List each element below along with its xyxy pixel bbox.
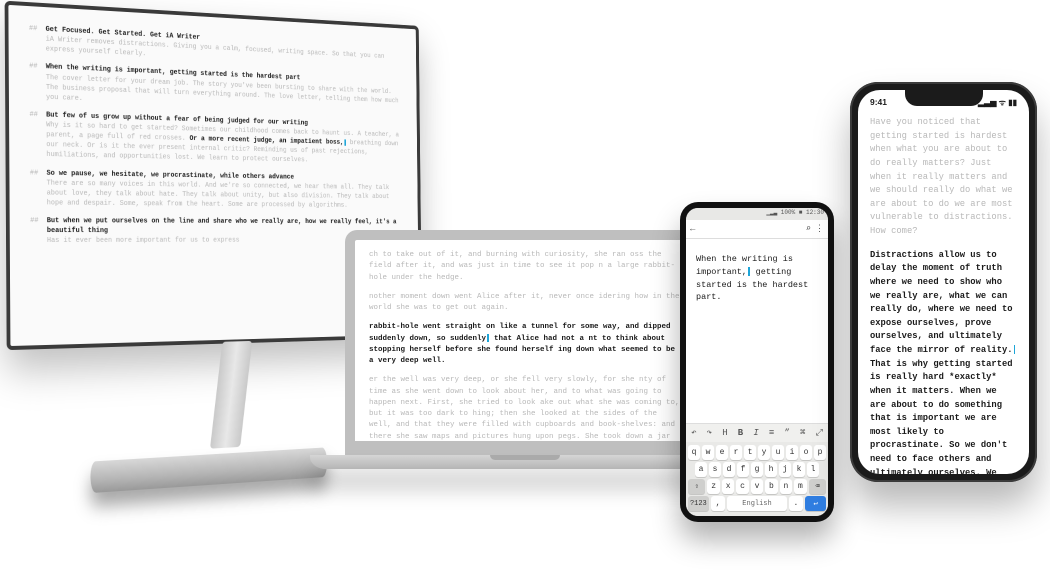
key-b[interactable]: b (765, 479, 777, 494)
android-editor[interactable]: When the writing is important, getting s… (686, 239, 828, 423)
format-bar: ↶ ↷ H B I ≡ ” ⌘ ⤢ (686, 423, 828, 442)
iphone-editor[interactable]: Have you noticed that getting started is… (858, 112, 1029, 474)
search-icon[interactable]: ⌕ (806, 224, 811, 234)
key-n[interactable]: n (780, 479, 792, 494)
focus-sentence: Distractions allow us to delay the momen… (870, 250, 1013, 355)
undo-icon[interactable]: ↶ (691, 428, 696, 438)
paragraph: Distractions allow us to delay the momen… (870, 249, 1017, 474)
key-w[interactable]: w (702, 445, 714, 460)
more-icon[interactable]: ⋮ (815, 224, 824, 234)
laptop-editor[interactable]: ch to take out of it, and burning with c… (345, 230, 705, 455)
list-button[interactable]: ≡ (769, 428, 774, 438)
key-a[interactable]: a (695, 462, 707, 477)
key-space[interactable]: English (727, 496, 786, 511)
redo-icon[interactable]: ↷ (707, 428, 712, 438)
key-c[interactable]: c (736, 479, 748, 494)
key-m[interactable]: m (794, 479, 806, 494)
monitor-stand (90, 338, 343, 493)
paragraph: er the well was very deep, or she fell v… (369, 375, 681, 454)
key-t[interactable]: t (744, 445, 756, 460)
key-p[interactable]: p (814, 445, 826, 460)
markdown-hash: ## (30, 168, 38, 178)
signal-icons: ▂▃▅ ᯤ ▮▮ (978, 97, 1017, 108)
key-k[interactable]: k (793, 462, 805, 477)
key-z[interactable]: z (707, 479, 719, 494)
key-r[interactable]: r (730, 445, 742, 460)
paragraph: rabbit-hole went straight on like a tunn… (369, 322, 681, 367)
expand-icon[interactable]: ⤢ (816, 428, 823, 438)
clock: 9:41 (870, 97, 887, 107)
paragraph: nother moment down went Alice after it, … (369, 292, 681, 315)
paragraph: Has it ever been more important for us t… (47, 237, 240, 245)
key-⌫[interactable]: ⌫ (809, 479, 826, 494)
key-s[interactable]: s (709, 462, 721, 477)
key-q[interactable]: q (688, 445, 700, 460)
text-cursor (1014, 345, 1016, 354)
key-d[interactable]: d (723, 462, 735, 477)
paragraph: ch to take out of it, and burning with c… (369, 250, 681, 284)
key-period[interactable]: . (789, 496, 804, 511)
key-enter[interactable]: ↵ (805, 496, 826, 511)
keyboard: qwertyuiop asdfghjkl ⇧zxcvbnm⌫ ?123 , En… (686, 442, 828, 516)
laptop: ch to take out of it, and burning with c… (310, 230, 740, 469)
markdown-hash: ## (29, 110, 37, 120)
back-icon[interactable]: ← (690, 224, 695, 234)
key-symbols[interactable]: ?123 (688, 496, 709, 511)
paragraph: iA Writer removes distractions. Giving y… (46, 36, 385, 61)
link-button[interactable]: ⌘ (800, 428, 805, 438)
markdown-hash: ## (29, 24, 37, 34)
text-cursor (748, 267, 750, 276)
iphone: 9:41 ▂▃▅ ᯤ ▮▮ Have you noticed that gett… (850, 82, 1037, 482)
text-cursor (487, 334, 489, 342)
key-e[interactable]: e (716, 445, 728, 460)
key-v[interactable]: v (751, 479, 763, 494)
key-j[interactable]: j (779, 462, 791, 477)
markdown-hash: ## (29, 62, 37, 72)
bold-button[interactable]: B (738, 428, 743, 438)
focus-sentence: That is why getting started is really ha… (870, 359, 1013, 474)
key-y[interactable]: y (758, 445, 770, 460)
paragraph: Have you noticed that getting started is… (870, 116, 1017, 239)
paragraph: There are so many voices in this world. … (47, 179, 390, 209)
laptop-base (310, 455, 740, 469)
italic-button[interactable]: I (753, 428, 758, 438)
key-comma[interactable]: , (711, 496, 726, 511)
notch (905, 90, 983, 106)
key-i[interactable]: i (786, 445, 798, 460)
key-f[interactable]: f (737, 462, 749, 477)
app-toolbar: ← ⌕ ⋮ (686, 220, 828, 239)
key-o[interactable]: o (800, 445, 812, 460)
key-x[interactable]: x (722, 479, 734, 494)
key-u[interactable]: u (772, 445, 784, 460)
heading-button[interactable]: H (722, 428, 727, 438)
android-phone: ▁▂▃ 100% ■ 12:30 ← ⌕ ⋮ When the writing … (680, 202, 834, 522)
key-g[interactable]: g (751, 462, 763, 477)
key-⇧[interactable]: ⇧ (688, 479, 705, 494)
quote-button[interactable]: ” (784, 428, 789, 438)
key-h[interactable]: h (765, 462, 777, 477)
markdown-hash: ## (30, 216, 38, 226)
status-bar: ▁▂▃ 100% ■ 12:30 (686, 208, 828, 220)
key-l[interactable]: l (807, 462, 819, 477)
